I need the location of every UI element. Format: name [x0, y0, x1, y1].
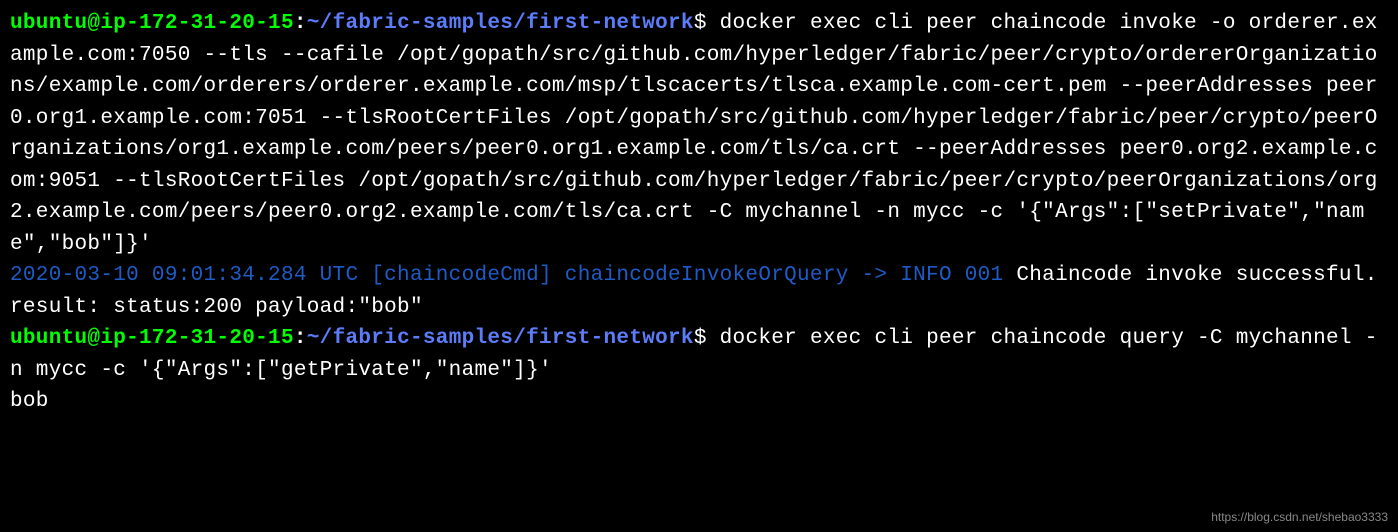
log-info-prefix: 2020-03-10 09:01:34.284 UTC [chaincodeCm… [10, 264, 1003, 287]
prompt-dollar: $ [694, 327, 707, 350]
prompt-dollar: $ [694, 12, 707, 35]
prompt-path: ~/fabric-samples/first-network [307, 327, 694, 350]
prompt-separator: : [294, 12, 307, 35]
prompt-path: ~/fabric-samples/first-network [307, 12, 694, 35]
prompt-separator: : [294, 327, 307, 350]
prompt-user-host: ubuntu@ip-172-31-20-15 [10, 12, 294, 35]
watermark: https://blog.csdn.net/shebao3333 [1211, 508, 1388, 526]
query-result: bob [10, 390, 49, 413]
prompt-user-host: ubuntu@ip-172-31-20-15 [10, 327, 294, 350]
terminal-output[interactable]: ubuntu@ip-172-31-20-15:~/fabric-samples/… [10, 8, 1388, 418]
command-invoke: docker exec cli peer chaincode invoke -o… [10, 12, 1378, 256]
